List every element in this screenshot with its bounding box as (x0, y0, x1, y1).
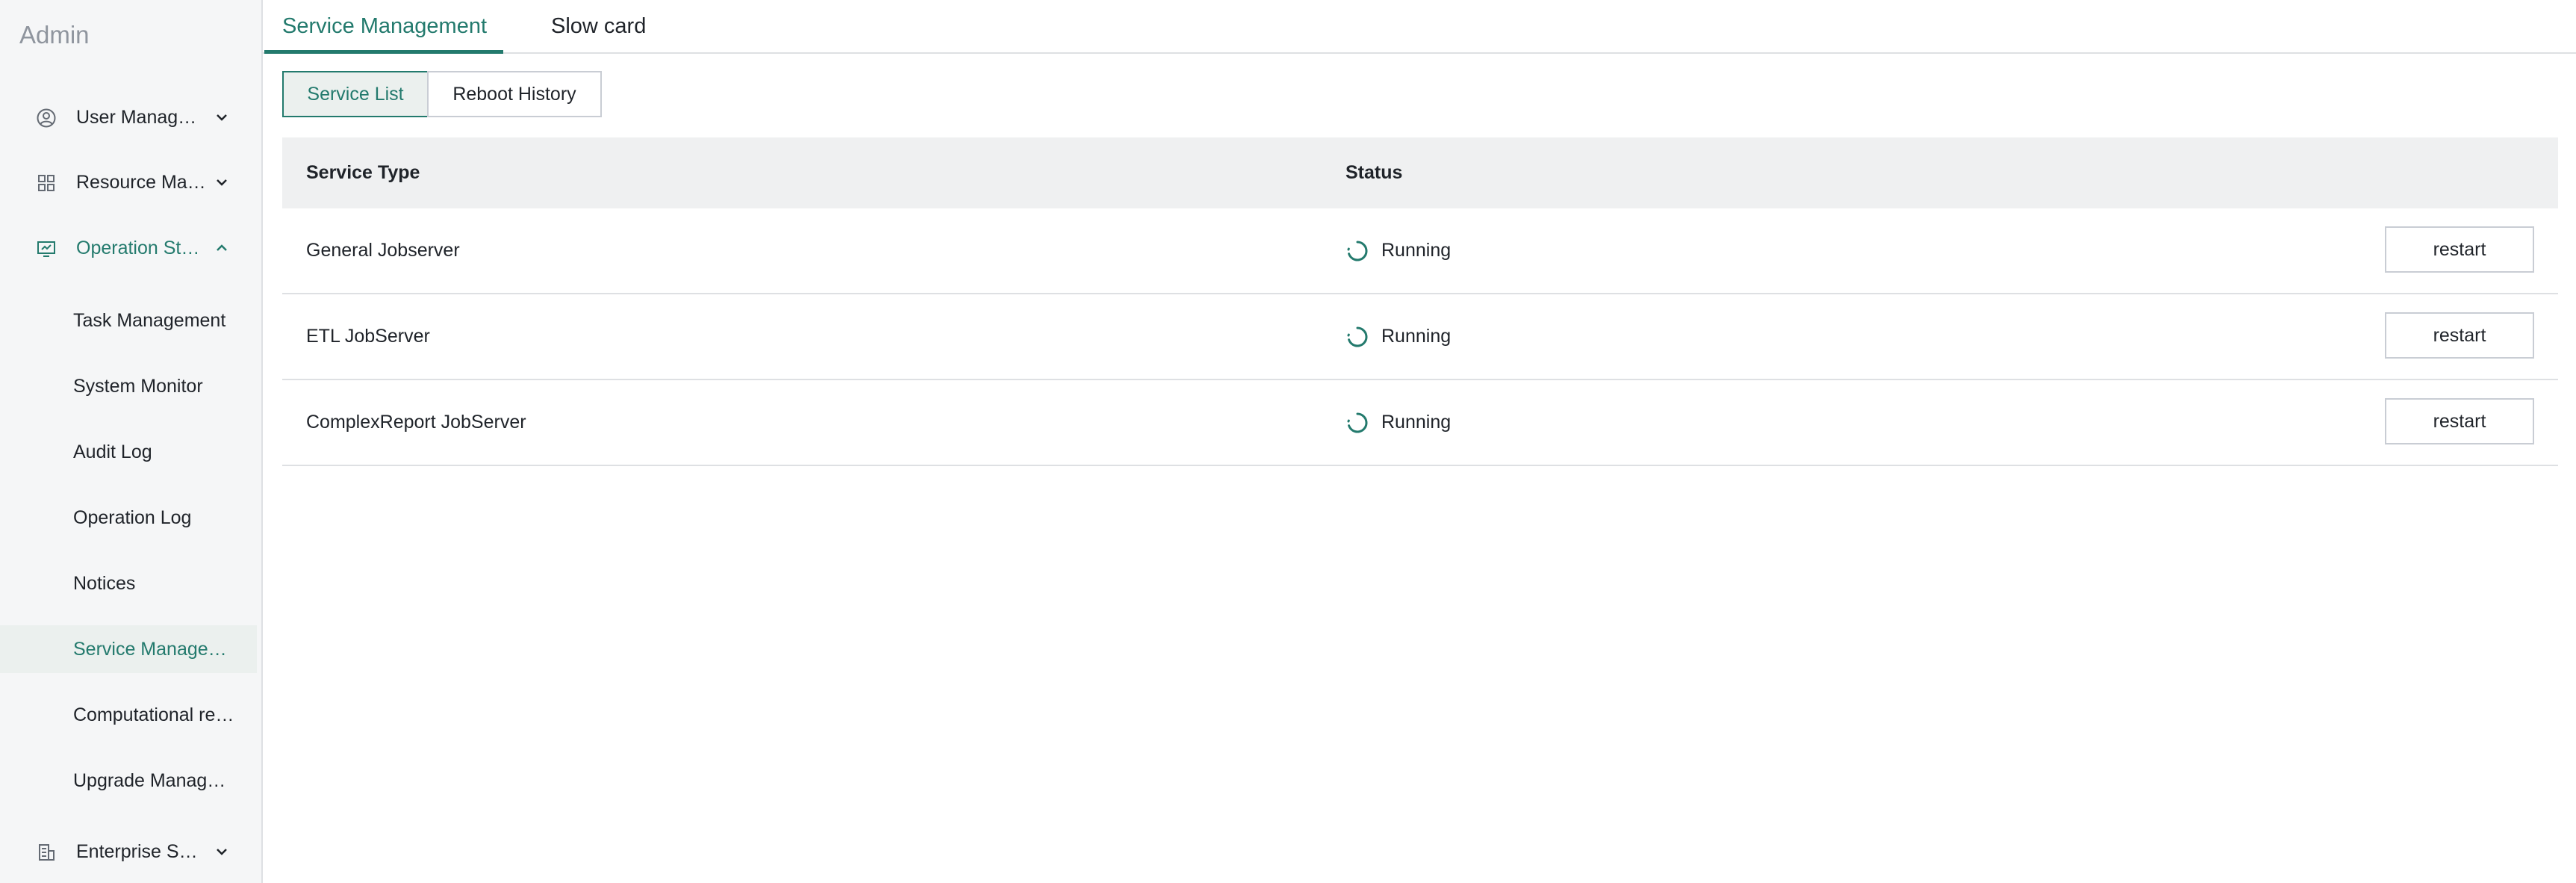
sidebar-item-task-management[interactable]: Task Management (0, 297, 257, 344)
sidebar-item-label: Service Management (73, 638, 236, 660)
column-header-service-type: Service Type (306, 162, 420, 183)
sidebar-item-notices[interactable]: Notices (0, 560, 257, 607)
sidebar-group-label: Operation Status (76, 237, 206, 258)
sidebar-item-label: Task Management (73, 309, 226, 331)
user-circle-icon (37, 108, 56, 128)
status-cell: Running (1345, 380, 1451, 465)
sidebar-item-label: Audit Log (73, 441, 152, 462)
sidebar-item-upgrade-management[interactable]: Upgrade Management (0, 757, 257, 805)
sidebar-group-label: Enterprise Settings (76, 840, 206, 862)
building-icon (39, 844, 55, 861)
restart-button[interactable]: restart (2385, 312, 2534, 359)
sidebar-group-enterprise-settings[interactable]: Enterprise Settings (0, 829, 261, 874)
service-type-cell: General Jobserver (306, 240, 460, 261)
running-spinner-icon (1347, 241, 1368, 261)
sidebar: Admin User Management Resource Managemen… (0, 0, 263, 883)
sidebar-item-label: Computational resources (73, 704, 236, 725)
grid-icon (38, 175, 55, 191)
segment-service-list[interactable]: Service List (282, 71, 429, 117)
chevron-down-icon (217, 849, 227, 855)
sidebar-item-audit-log[interactable]: Audit Log (0, 428, 257, 476)
main-content: Service Management Slow card Service Lis… (263, 0, 2576, 883)
sidebar-item-operation-log[interactable]: Operation Log (0, 494, 257, 542)
column-header-status: Status (1345, 162, 1403, 183)
chevron-down-icon (217, 114, 227, 121)
service-type-cell: ETL JobServer (306, 326, 430, 347)
status-text: Running (1381, 240, 1452, 261)
sidebar-item-system-monitor[interactable]: System Monitor (0, 362, 257, 410)
sidebar-item-label: Notices (73, 572, 136, 594)
sidebar-item-computational-resources[interactable]: Computational resources (0, 691, 257, 739)
sidebar-group-resource-management[interactable]: Resource Management (0, 160, 261, 205)
active-tab-indicator (264, 50, 503, 54)
tab-bar: Service Management Slow card (263, 0, 2576, 54)
status-text: Running (1381, 412, 1452, 433)
table-row: ComplexReport JobServer Running restart (282, 380, 2558, 466)
sidebar-group-label: User Management (76, 106, 206, 128)
sidebar-group-operation-status[interactable]: Operation Status (0, 226, 261, 270)
sidebar-item-label: Operation Log (73, 506, 192, 528)
running-spinner-icon (1347, 326, 1368, 347)
sidebar-item-service-management[interactable]: Service Management (0, 625, 257, 673)
service-type-cell: ComplexReport JobServer (306, 412, 526, 433)
service-table: Service Type Status General Jobserver Ru… (282, 137, 2558, 466)
chevron-up-icon (217, 244, 227, 251)
tab-slow-card[interactable]: Slow card (551, 0, 646, 52)
table-header: Service Type Status (282, 137, 2558, 208)
table-row: General Jobserver Running restart (282, 208, 2558, 294)
status-text: Running (1381, 326, 1452, 347)
brand-title: Admin (19, 21, 90, 49)
tab-service-management[interactable]: Service Management (282, 0, 487, 52)
chevron-down-icon (217, 179, 227, 186)
table-row: ETL JobServer Running restart (282, 294, 2558, 380)
status-cell: Running (1345, 208, 1451, 293)
restart-button[interactable]: restart (2385, 226, 2534, 273)
segment-reboot-history[interactable]: Reboot History (427, 71, 602, 117)
sidebar-item-label: System Monitor (73, 375, 203, 397)
restart-button[interactable]: restart (2385, 398, 2534, 444)
sidebar-group-user-management[interactable]: User Management (0, 95, 261, 140)
status-cell: Running (1345, 294, 1451, 379)
running-spinner-icon (1347, 412, 1368, 433)
sidebar-group-label: Resource Management (76, 171, 206, 193)
sidebar-item-label: Upgrade Management (73, 769, 236, 791)
monitor-icon (37, 241, 55, 257)
